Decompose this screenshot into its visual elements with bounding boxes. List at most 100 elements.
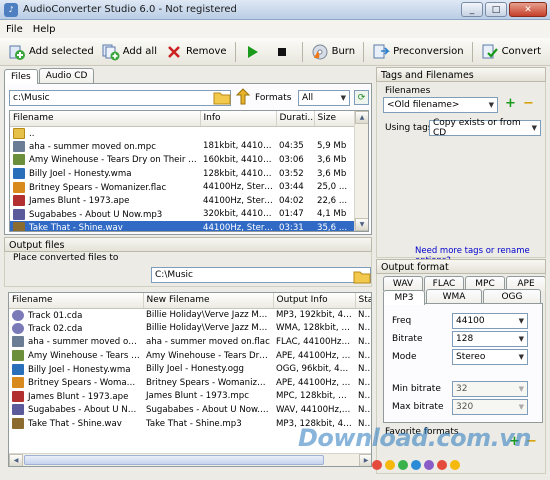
output-file-name: Take That - Shine.wav [28,419,122,430]
preconversion-button[interactable]: Preconversion [368,40,467,64]
files-path-field[interactable]: c:\Music [9,90,231,106]
file-name: Britney Spears - Womanizer.flac [29,182,167,193]
output-row[interactable]: Billy Joel - Honesty.wma Billy Joel - Hon… [9,362,371,376]
file-row[interactable]: Take That - Shine.wav 44100Hz, Stereo 03:3… [10,221,356,231]
convert-button[interactable]: Convert [477,40,546,64]
col-info[interactable]: Info [200,111,277,127]
file-info-cell: 181kbit, 44100... [203,141,276,152]
mode-value: Stereo [456,352,486,362]
tab-mp3[interactable]: MP3 [383,290,425,305]
file-row[interactable]: Billy Joel - Honesty.wma 128kbit, 44100..… [10,167,356,181]
tab-ogg[interactable]: OGG [483,289,541,304]
file-name-cell: Billy Joel - Honesty.wma [10,167,200,181]
play-button[interactable] [240,40,269,64]
file-row[interactable]: Sugababes - About U Now.mp3 320kbit, 4410… [10,208,356,222]
filenames-select[interactable]: <Old filename> ▼ [383,97,498,113]
tab-files[interactable]: Files [4,69,38,84]
freq-value: 44100 [456,316,485,326]
file-name: .. [29,128,35,139]
col-output-info[interactable]: Output Info [273,293,356,309]
remove-filename-icon[interactable]: − [523,96,534,111]
file-name: Billy Joel - Honesty.wma [29,169,132,180]
output-status-cell: Not [358,310,372,321]
col-new-filename[interactable]: New Filename [143,293,274,309]
tab-wma[interactable]: WMA [426,289,482,304]
close-button[interactable]: ✕ [509,2,547,17]
freq-label: Freq [392,316,412,326]
scroll-right-icon[interactable]: ▶ [359,454,371,466]
file-row[interactable]: .. [10,126,356,140]
scroll-thumb[interactable] [24,455,324,465]
mode-label: Mode [392,352,417,362]
browse-folder-icon[interactable] [213,89,231,107]
format-tabs-row2: MP3 WMA OGG [383,289,542,305]
output-status-cell: Not [358,336,372,347]
output-file-cell: Amy Winehouse - Tears Dry... [9,349,143,363]
col-filename[interactable]: Filename [10,111,201,127]
output-hscrollbar[interactable]: ◀ ▶ [9,453,371,466]
file-info-cell: 320kbit, 44100... [203,209,276,220]
col-size[interactable]: Size [314,111,357,127]
min-bitrate-select[interactable]: 32 ▼ [452,381,528,397]
max-bitrate-select[interactable]: 320 ▼ [452,399,528,415]
chevron-down-icon: ▼ [518,403,524,411]
add-all-label: Add all [122,46,157,57]
scroll-up-icon[interactable]: ▲ [355,111,368,124]
formats-value: All [302,93,314,103]
folder-up-icon[interactable] [235,88,251,106]
output-path-field[interactable]: C:\Music [151,267,371,283]
output-row[interactable]: aha - summer moved on.mpc aha - summer mo… [9,335,372,349]
file-row[interactable]: Britney Spears - Womanizer.flac 44100Hz, … [10,180,356,194]
file-name-cell: .. [10,126,200,140]
output-row[interactable]: Sugababes - About U Now.mp3Sugababes - A… [9,403,371,417]
files-scrollbar[interactable]: ▲ ▼ [354,111,368,231]
add-all-button[interactable]: Add all [98,40,161,64]
minimize-button[interactable]: _ [461,2,483,17]
col-status[interactable]: Stat [355,293,371,309]
add-favorite-icon[interactable]: + [509,434,520,449]
burn-button[interactable]: Burn [307,40,359,64]
mode-select[interactable]: Stereo ▼ [452,349,528,365]
col-out-filename[interactable]: Filename [9,293,144,309]
file-row[interactable]: Amy Winehouse - Tears Dry on Their Own.o… [10,153,356,167]
file-row[interactable]: aha - summer moved on.mpc 181kbit, 44100.… [10,140,356,154]
files-rows: .. aha - summer moved on.mpc 181kbit, 4410… [10,126,356,231]
output-row[interactable]: Britney Spears - Womanizer....Britney Sp… [9,376,371,390]
using-tags-select[interactable]: Copy exists or from CD ▼ [429,118,541,138]
col-duration[interactable]: Durati... [276,111,315,127]
output-new-name-cell: Billie Holiday\Verve Jazz Maste... [146,310,273,321]
add-selected-button[interactable]: Add selected [4,40,98,64]
add-filename-icon[interactable]: + [505,96,516,111]
output-new-name-cell: Billy Joel - Honesty.ogg [146,364,244,375]
bitrate-select[interactable]: 128 ▼ [452,331,528,347]
browse-output-folder-icon[interactable] [353,268,371,284]
formats-select[interactable]: All ▼ [298,90,350,106]
refresh-icon[interactable]: ⟳ [354,90,369,105]
freq-select[interactable]: 44100 ▼ [452,313,528,329]
file-name-cell: James Blunt - 1973.ape [10,194,200,208]
file-name-cell: Amy Winehouse - Tears Dry on Their Own.o… [10,153,200,167]
output-row[interactable]: Track 01.cda Billie Holiday\Verve Jazz Ma… [9,308,372,322]
output-row[interactable]: Take That - Shine.wav Take That - Shine.m… [9,417,371,431]
scroll-down-icon[interactable]: ▼ [355,218,368,231]
ogg-file-icon [12,350,24,362]
output-table: Filename New Filename Output Info Stat T… [9,293,372,431]
maximize-button[interactable]: □ [485,2,507,17]
output-row[interactable]: Track 02.cda Billie Holiday\Verve Jazz Ma… [9,322,371,336]
scroll-left-icon[interactable]: ◀ [9,454,23,466]
menu-file[interactable]: File [6,24,23,35]
output-file-name: Track 01.cda [28,310,83,321]
output-row[interactable]: James Blunt - 1973.ape James Blunt - 1973… [9,390,371,404]
menu-help[interactable]: Help [33,24,56,35]
tab-audio-cd[interactable]: Audio CD [38,68,95,83]
wav-file-icon [12,418,24,430]
remove-favorite-icon[interactable]: − [526,434,537,449]
chevron-down-icon: ▼ [518,353,524,361]
output-row[interactable]: Amy Winehouse - Tears Dry... Amy Winehous… [9,349,371,363]
file-row[interactable]: James Blunt - 1973.ape 44100Hz, Stereo 04:… [10,194,356,208]
file-duration-cell: 01:47 [279,209,304,220]
file-duration-cell: 03:52 [279,168,304,179]
remove-button[interactable]: Remove [161,40,231,64]
stop-button[interactable] [269,40,298,64]
source-tabs: Files Audio CD [4,68,95,84]
